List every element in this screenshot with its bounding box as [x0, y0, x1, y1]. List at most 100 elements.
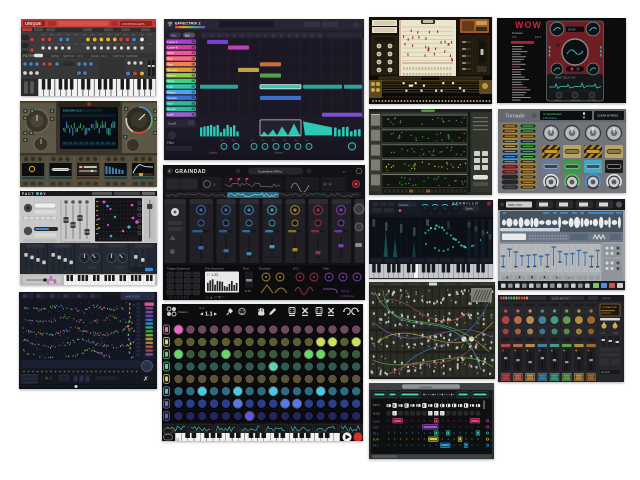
svg-text:Envelope: Envelope [259, 267, 271, 271]
svg-text:R Y: R Y [40, 192, 46, 196]
svg-text:Scr.Loop: Scr.Loop [168, 69, 178, 72]
svg-text:·: · [440, 214, 441, 218]
svg-text:LFO: LFO [293, 267, 299, 271]
svg-text:Reverb: Reverb [168, 108, 177, 111]
svg-text:Synth: Synth [466, 207, 474, 211]
svg-text:♫: ♫ [490, 445, 492, 448]
svg-text:·: · [457, 214, 458, 218]
svg-text:4: 4 [429, 401, 430, 403]
svg-text:Options: Options [209, 151, 218, 154]
svg-text:Tornado: Tornado [505, 114, 525, 120]
svg-text:MOTION: MOTION [601, 372, 610, 374]
svg-text:FILTER: FILTER [23, 54, 35, 58]
svg-text:Cut: Cut [232, 139, 236, 142]
svg-text:▦: ▦ [170, 249, 175, 255]
svg-text:Cut: Cut [250, 139, 254, 142]
svg-text:CONTROLLERS: CONTROLLERS [122, 22, 145, 26]
svg-text:SWITCH: SWITCH [113, 54, 124, 58]
svg-text:4: 4 [405, 401, 406, 403]
svg-text:AMPLITUDE: AMPLITUDE [125, 295, 140, 299]
svg-text:FX 2: FX 2 [373, 445, 379, 448]
svg-text:Edit: Edit [185, 34, 190, 38]
svg-text:FLTR: FLTR [373, 439, 379, 442]
svg-text:Cut: Cut [220, 139, 224, 142]
svg-text:3: 3 [447, 401, 448, 403]
svg-text:1: 1 [459, 401, 460, 403]
svg-text:C1: C1 [176, 438, 180, 442]
svg-text:MICROBE: MICROBE [169, 296, 190, 300]
svg-text:Pod Sequencer: Pod Sequencer [205, 267, 224, 271]
svg-text:EFFECTRIX 2: EFFECTRIX 2 [175, 21, 201, 26]
svg-text:WOW: WOW [568, 28, 576, 32]
svg-text:WOW: WOW [515, 20, 542, 30]
svg-text:Spring: Spring [341, 289, 350, 293]
svg-text:2 Brimstone: 2 Brimstone [543, 116, 557, 120]
svg-text:DELAY MIX: DELAY MIX [563, 77, 576, 80]
svg-text:Stretch: Stretch [168, 75, 177, 78]
svg-text:518.3 A#4 -12.0: 518.3 A#4 -12.0 [63, 109, 82, 113]
svg-text:MASTER: MASTER [126, 54, 138, 58]
svg-text:F A C T: F A C T [22, 192, 35, 196]
svg-text:⚐ ⚐: ⚐ ⚐ [323, 182, 332, 187]
svg-text:Looper B: Looper B [168, 47, 178, 50]
svg-text:1/16 Delay: 1/16 Delay [341, 294, 355, 298]
svg-text:♫: ♫ [490, 420, 492, 423]
svg-text:INPUT: INPUT [373, 404, 381, 407]
svg-text:·: · [398, 214, 399, 218]
svg-text:Trigger Sequencer: Trigger Sequencer [167, 267, 190, 271]
svg-text:·: · [483, 214, 484, 218]
svg-text:Cut: Cut [305, 139, 309, 142]
svg-text:·: · [372, 214, 373, 218]
svg-text:⁂: ⁂ [170, 236, 175, 242]
svg-text:Looper A: Looper A [168, 41, 178, 44]
svg-text:4: 4 [477, 401, 478, 403]
svg-text:·: · [381, 214, 382, 218]
svg-text:Cut: Cut [294, 139, 298, 142]
svg-text:Swing: Swing [168, 80, 175, 83]
svg-text:Stop: Stop [168, 58, 174, 61]
svg-text:△ ▲ ▽ ⚒ ⚐: △ ▲ ▽ ⚒ ⚐ [206, 296, 225, 300]
svg-text:·: · [474, 214, 475, 218]
svg-text:FX 1: FX 1 [373, 433, 379, 436]
svg-text:◉ ◎: ◉ ◎ [45, 376, 53, 380]
svg-text:LOAD: INIT KIT: LOAD: INIT KIT [552, 297, 569, 300]
svg-text:ULTIMATE 808: ULTIMATE 808 [602, 306, 618, 309]
svg-text:·: · [415, 214, 416, 218]
svg-text:1: 1 [388, 401, 389, 403]
svg-text:2: 2 [441, 401, 442, 403]
svg-text:·: · [432, 214, 433, 218]
svg-text:SWITCH: SWITCH [63, 54, 74, 58]
svg-text:TUNE: TUNE [612, 333, 618, 335]
svg-text:Modulat.: Modulat. [168, 97, 178, 100]
svg-text:Cut: Cut [261, 139, 265, 142]
svg-text:Cutoff: Cutoff [168, 121, 176, 125]
svg-text:Rest: Rest [243, 267, 249, 271]
svg-text:2: 2 [417, 401, 418, 403]
svg-text:View: View [199, 306, 205, 310]
svg-text:WAVE: WAVE [51, 54, 59, 58]
svg-text:♫: ♫ [490, 426, 492, 429]
svg-text:3: 3 [471, 401, 472, 403]
svg-text:2: 2 [393, 401, 394, 403]
svg-text:Loop: Loop [168, 86, 174, 89]
svg-text:·: · [449, 214, 450, 218]
svg-text:UNIQUE: UNIQUE [25, 21, 41, 26]
svg-text:8: 8 [86, 376, 90, 383]
svg-text:2: 2 [465, 401, 466, 403]
svg-text:Options: Options [274, 151, 283, 154]
svg-text:FX 2: FX 2 [101, 54, 107, 58]
svg-text:8: 8 [80, 376, 84, 383]
svg-text:Lowfi: Lowfi [168, 114, 174, 117]
svg-text:Tonal: Tonal [168, 52, 174, 55]
svg-text:Cut: Cut [272, 139, 276, 142]
svg-text:·: · [389, 214, 390, 218]
svg-text:WAVE: WAVE [91, 54, 99, 58]
svg-text:·: · [406, 214, 407, 218]
svg-text:1.1: 1.1 [205, 312, 213, 318]
svg-text:SMPL STRT: SMPL STRT [508, 203, 523, 207]
svg-text:Firmware: Firmware [512, 31, 523, 35]
svg-text:SLICE: SLICE [373, 413, 380, 416]
svg-text:DLY TIME: DLY TIME [588, 100, 597, 102]
svg-text:Vinyl: Vinyl [168, 103, 174, 106]
svg-text:♫: ♫ [490, 439, 492, 442]
